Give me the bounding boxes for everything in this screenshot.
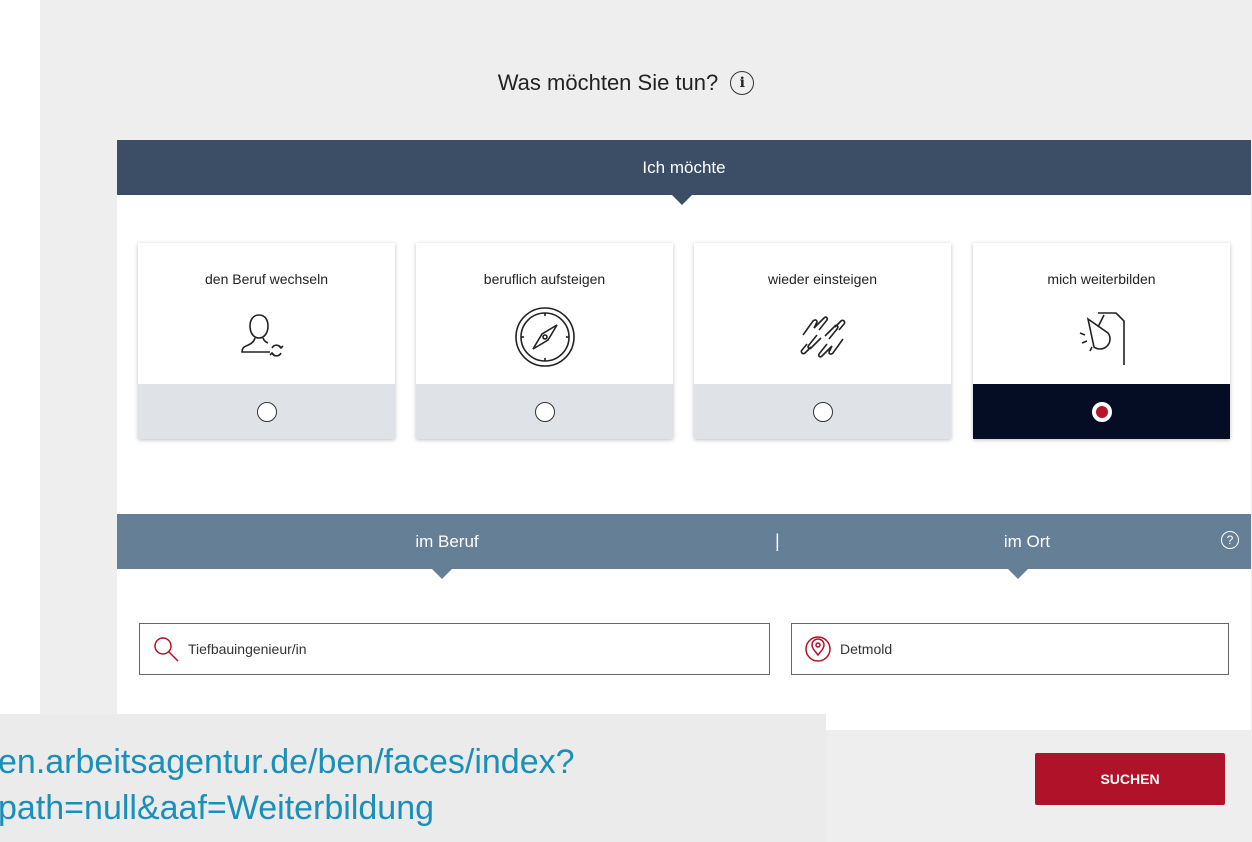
tab-ort-pointer [1008,569,1028,579]
option-radio-area[interactable] [416,384,673,439]
option-radio-area[interactable] [973,384,1230,439]
radio-button-selected[interactable] [1091,401,1112,422]
choice-header: Ich möchte [117,140,1251,195]
beruf-value: Tiefbauingenieur/in [188,641,307,657]
radio-button[interactable] [534,401,555,422]
option-radio-area[interactable] [694,384,951,439]
option-card-einsteigen[interactable]: wieder einsteigen [694,243,951,439]
person-swap-icon [240,314,284,357]
option-card-weiterbilden[interactable]: mich weiterbilden [973,243,1230,439]
option-label: den Beruf wechseln [205,271,328,287]
option-label: wieder einsteigen [768,271,877,287]
tab-divider: | [775,531,780,551]
option-card-beruf-wechseln[interactable]: den Beruf wechseln [138,243,395,439]
ort-input[interactable]: Detmold [791,623,1229,675]
search-panel: Ich möchte den Beruf wechseln beruflich … [117,140,1251,730]
option-card-aufsteigen[interactable]: beruflich aufsteigen [416,243,673,439]
option-radio-area[interactable] [138,384,395,439]
ort-value: Detmold [840,641,893,657]
option-label: beruflich aufsteigen [483,271,606,287]
url-overlay[interactable]: en.arbeitsagentur.de/ben/faces/index? pa… [0,714,826,842]
tab-im-beruf[interactable]: im Beruf [357,514,537,569]
info-icon[interactable]: i [730,71,755,95]
search-icon [150,633,182,665]
question-icon[interactable]: ? [1221,531,1239,549]
tab-beruf-pointer [432,569,452,579]
beruf-input[interactable]: Tiefbauingenieur/in [139,623,770,675]
url-line-1[interactable]: en.arbeitsagentur.de/ben/faces/index? [0,740,575,784]
location-pin-icon [802,633,834,665]
choice-header-pointer [672,195,692,205]
compass-icon [514,307,575,367]
url-line-2[interactable]: path=null&aaf=Weiterbildung [0,786,434,830]
page-title-text: Was möchten Sie tun? [497,70,719,95]
tab-im-ort[interactable]: im Ort [937,514,1117,569]
option-label: mich weiterbilden [1047,271,1156,287]
lamp-icon [1079,312,1125,365]
radio-button[interactable] [256,401,277,422]
radio-button[interactable] [812,401,833,422]
page-title: Was möchten Sie tun? i [0,70,1252,96]
hands-icon [800,316,845,358]
search-header: im Beruf | im Ort ? [117,514,1251,569]
search-button[interactable]: SUCHEN [1035,753,1225,805]
